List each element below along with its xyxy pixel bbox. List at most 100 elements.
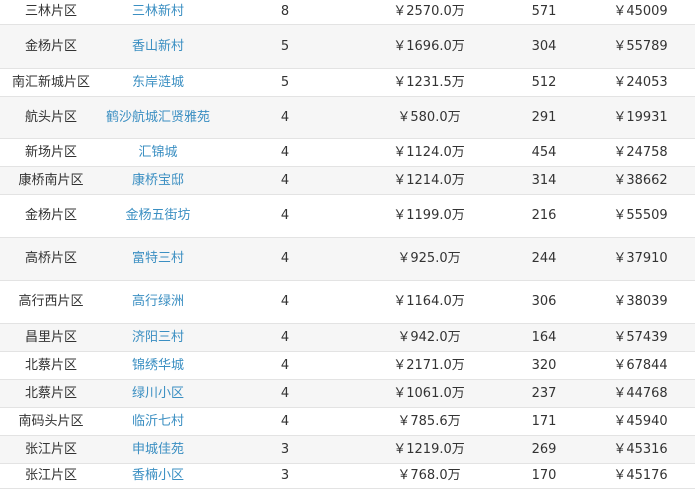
count-cell: 4: [214, 407, 356, 436]
district-cell: 航头片区: [0, 96, 102, 139]
count-cell: 3: [214, 463, 356, 489]
community-link[interactable]: 高行绿洲: [102, 280, 214, 324]
count-cell: 4: [214, 351, 356, 380]
unit-price-cell: ￥45009: [586, 0, 695, 25]
total-price-cell: ￥1219.0万: [356, 435, 502, 464]
unit-price-cell: ￥45176: [586, 463, 695, 489]
district-cell: 金杨片区: [0, 194, 102, 238]
count-cell: 4: [214, 237, 356, 281]
district-cell: 张江片区: [0, 435, 102, 464]
community-link[interactable]: 临沂七村: [102, 407, 214, 436]
community-link[interactable]: 东岸涟城: [102, 68, 214, 97]
table-row: 康桥南片区 康桥宝邸 4 ￥1214.0万 314 ￥38662: [0, 166, 695, 195]
area-cell: 306: [502, 280, 586, 324]
total-price-cell: ￥1124.0万: [356, 138, 502, 167]
table-row: 南码头片区 临沂七村 4 ￥785.6万 171 ￥45940: [0, 407, 695, 436]
community-link[interactable]: 香楠小区: [102, 463, 214, 489]
count-cell: 4: [214, 379, 356, 408]
area-cell: 164: [502, 323, 586, 352]
table-row: 北蔡片区 锦绣华城 4 ￥2171.0万 320 ￥67844: [0, 351, 695, 380]
unit-price-cell: ￥45940: [586, 407, 695, 436]
total-price-cell: ￥925.0万: [356, 237, 502, 281]
community-link[interactable]: 汇锦城: [102, 138, 214, 167]
district-cell: 南码头片区: [0, 407, 102, 436]
area-cell: 320: [502, 351, 586, 380]
community-link[interactable]: 富特三村: [102, 237, 214, 281]
table-row: 昌里片区 济阳三村 4 ￥942.0万 164 ￥57439: [0, 323, 695, 352]
unit-price-cell: ￥24053: [586, 68, 695, 97]
total-price-cell: ￥580.0万: [356, 96, 502, 139]
district-cell: 昌里片区: [0, 323, 102, 352]
count-cell: 4: [214, 96, 356, 139]
community-link[interactable]: 三林新村: [102, 0, 214, 25]
district-cell: 高桥片区: [0, 237, 102, 281]
area-cell: 291: [502, 96, 586, 139]
count-cell: 3: [214, 435, 356, 464]
table-row: 高桥片区 富特三村 4 ￥925.0万 244 ￥37910: [0, 237, 695, 281]
table-row: 高行西片区 高行绿洲 4 ￥1164.0万 306 ￥38039: [0, 280, 695, 324]
area-cell: 269: [502, 435, 586, 464]
count-cell: 5: [214, 24, 356, 69]
total-price-cell: ￥1696.0万: [356, 24, 502, 69]
community-link[interactable]: 锦绣华城: [102, 351, 214, 380]
table-row: 南汇新城片区 东岸涟城 5 ￥1231.5万 512 ￥24053: [0, 68, 695, 97]
community-link[interactable]: 康桥宝邸: [102, 166, 214, 195]
table-row: 航头片区 鹤沙航城汇贤雅苑 4 ￥580.0万 291 ￥19931: [0, 96, 695, 139]
area-cell: 314: [502, 166, 586, 195]
area-cell: 216: [502, 194, 586, 238]
total-price-cell: ￥2570.0万: [356, 0, 502, 25]
area-cell: 304: [502, 24, 586, 69]
unit-price-cell: ￥38039: [586, 280, 695, 324]
unit-price-cell: ￥55789: [586, 24, 695, 69]
total-price-cell: ￥942.0万: [356, 323, 502, 352]
district-cell: 张江片区: [0, 463, 102, 489]
total-price-cell: ￥768.0万: [356, 463, 502, 489]
area-cell: 171: [502, 407, 586, 436]
district-cell: 北蔡片区: [0, 379, 102, 408]
unit-price-cell: ￥38662: [586, 166, 695, 195]
table-row: 张江片区 申城佳苑 3 ￥1219.0万 269 ￥45316: [0, 435, 695, 464]
community-link[interactable]: 济阳三村: [102, 323, 214, 352]
district-cell: 金杨片区: [0, 24, 102, 69]
community-link[interactable]: 金杨五街坊: [102, 194, 214, 238]
district-cell: 南汇新城片区: [0, 68, 102, 97]
total-price-cell: ￥1199.0万: [356, 194, 502, 238]
total-price-cell: ￥1164.0万: [356, 280, 502, 324]
area-cell: 244: [502, 237, 586, 281]
unit-price-cell: ￥57439: [586, 323, 695, 352]
unit-price-cell: ￥37910: [586, 237, 695, 281]
count-cell: 8: [214, 0, 356, 25]
area-cell: 454: [502, 138, 586, 167]
total-price-cell: ￥1231.5万: [356, 68, 502, 97]
district-cell: 高行西片区: [0, 280, 102, 324]
table-row: 金杨片区 香山新村 5 ￥1696.0万 304 ￥55789: [0, 24, 695, 69]
table-row: 新场片区 汇锦城 4 ￥1124.0万 454 ￥24758: [0, 138, 695, 167]
district-cell: 新场片区: [0, 138, 102, 167]
area-cell: 170: [502, 463, 586, 489]
listing-table: 三林片区 三林新村 8 ￥2570.0万 571 ￥45009 金杨片区 香山新…: [0, 0, 695, 489]
area-cell: 571: [502, 0, 586, 25]
unit-price-cell: ￥45316: [586, 435, 695, 464]
table-row: 三林片区 三林新村 8 ￥2570.0万 571 ￥45009: [0, 0, 695, 25]
area-cell: 512: [502, 68, 586, 97]
unit-price-cell: ￥24758: [586, 138, 695, 167]
community-link[interactable]: 绿川小区: [102, 379, 214, 408]
count-cell: 4: [214, 194, 356, 238]
community-link[interactable]: 鹤沙航城汇贤雅苑: [102, 96, 214, 139]
table-row: 金杨片区 金杨五街坊 4 ￥1199.0万 216 ￥55509: [0, 194, 695, 238]
community-link[interactable]: 申城佳苑: [102, 435, 214, 464]
table-row: 北蔡片区 绿川小区 4 ￥1061.0万 237 ￥44768: [0, 379, 695, 408]
listing-table-body: 三林片区 三林新村 8 ￥2570.0万 571 ￥45009 金杨片区 香山新…: [0, 0, 695, 489]
unit-price-cell: ￥55509: [586, 194, 695, 238]
count-cell: 4: [214, 138, 356, 167]
unit-price-cell: ￥44768: [586, 379, 695, 408]
count-cell: 5: [214, 68, 356, 97]
count-cell: 4: [214, 323, 356, 352]
area-cell: 237: [502, 379, 586, 408]
table-row: 张江片区 香楠小区 3 ￥768.0万 170 ￥45176: [0, 463, 695, 489]
total-price-cell: ￥785.6万: [356, 407, 502, 436]
district-cell: 康桥南片区: [0, 166, 102, 195]
unit-price-cell: ￥67844: [586, 351, 695, 380]
district-cell: 北蔡片区: [0, 351, 102, 380]
community-link[interactable]: 香山新村: [102, 24, 214, 69]
